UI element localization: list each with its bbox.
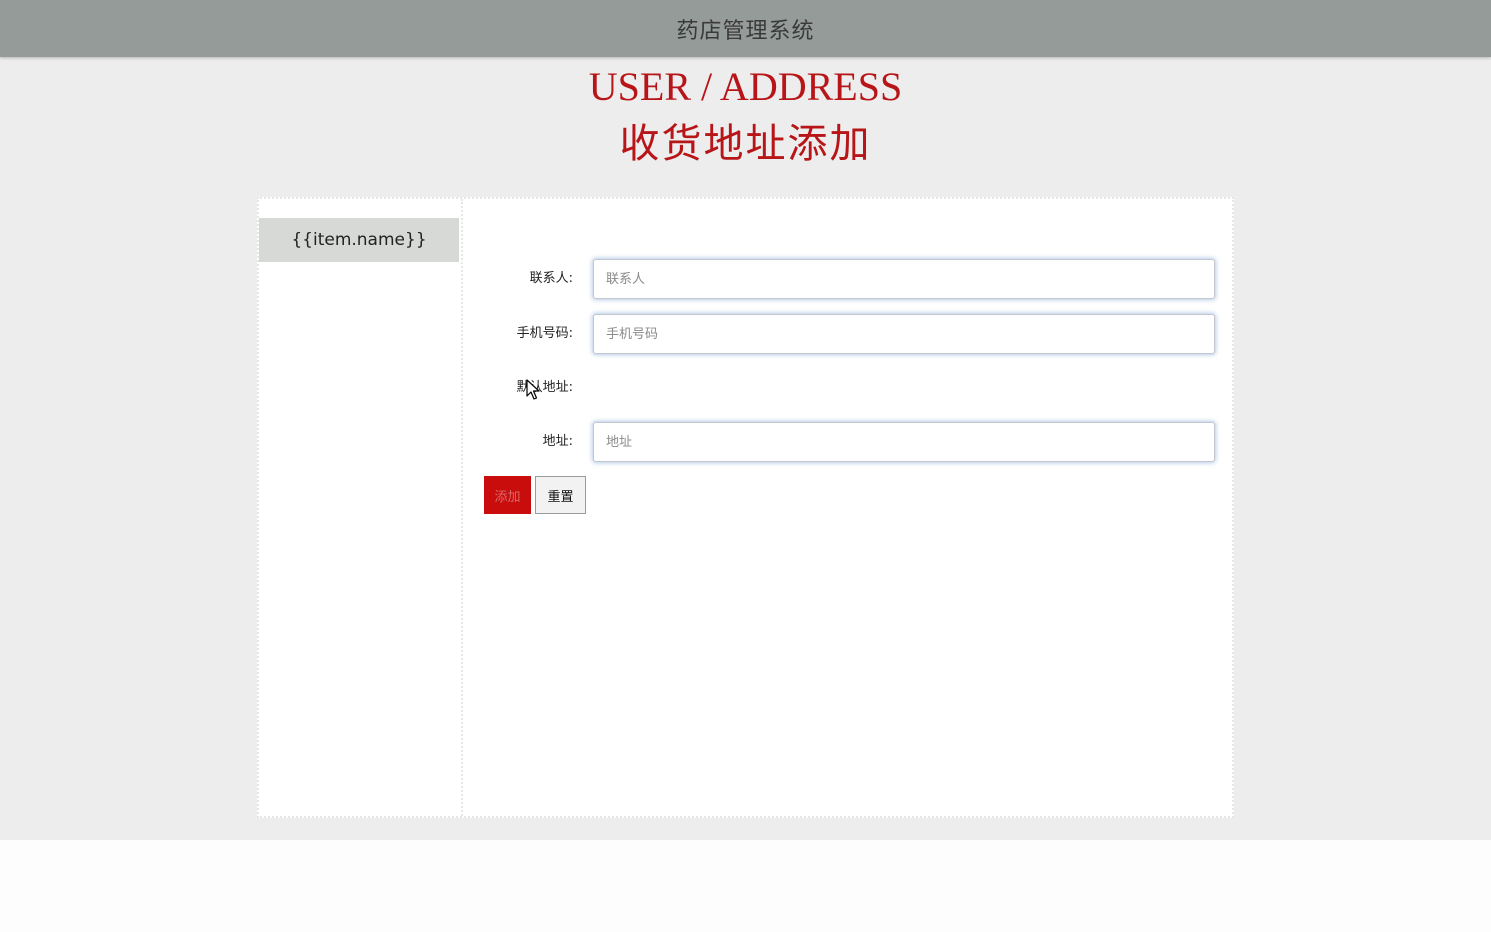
phone-label: 手机号码: [516, 326, 573, 341]
page-title-en: USER / ADDRESS [588, 64, 903, 109]
sidebar: {{item.name}} [259, 199, 463, 816]
top-bar: 药店管理系统 [0, 0, 1491, 57]
content-panel: {{item.name}} 联系人: 手机号码: 默认地址: 地址: 添加 重置 [257, 197, 1234, 818]
page-title-cn: 收货地址添加 [619, 121, 872, 167]
contact-input[interactable] [593, 259, 1215, 299]
default-address-label: 默认地址: [516, 380, 573, 395]
address-label: 地址: [542, 434, 573, 449]
sidebar-item[interactable]: {{item.name}} [259, 218, 459, 262]
app-title: 药店管理系统 [676, 18, 815, 44]
contact-label: 联系人: [529, 271, 573, 286]
address-form: 联系人: 手机号码: 默认地址: 地址: 添加 重置 [463, 199, 1232, 816]
reset-button[interactable]: 重置 [535, 476, 586, 514]
address-input[interactable] [593, 422, 1215, 462]
add-button[interactable]: 添加 [484, 476, 531, 514]
phone-input[interactable] [593, 314, 1215, 354]
mouse-pointer-icon [526, 379, 540, 400]
